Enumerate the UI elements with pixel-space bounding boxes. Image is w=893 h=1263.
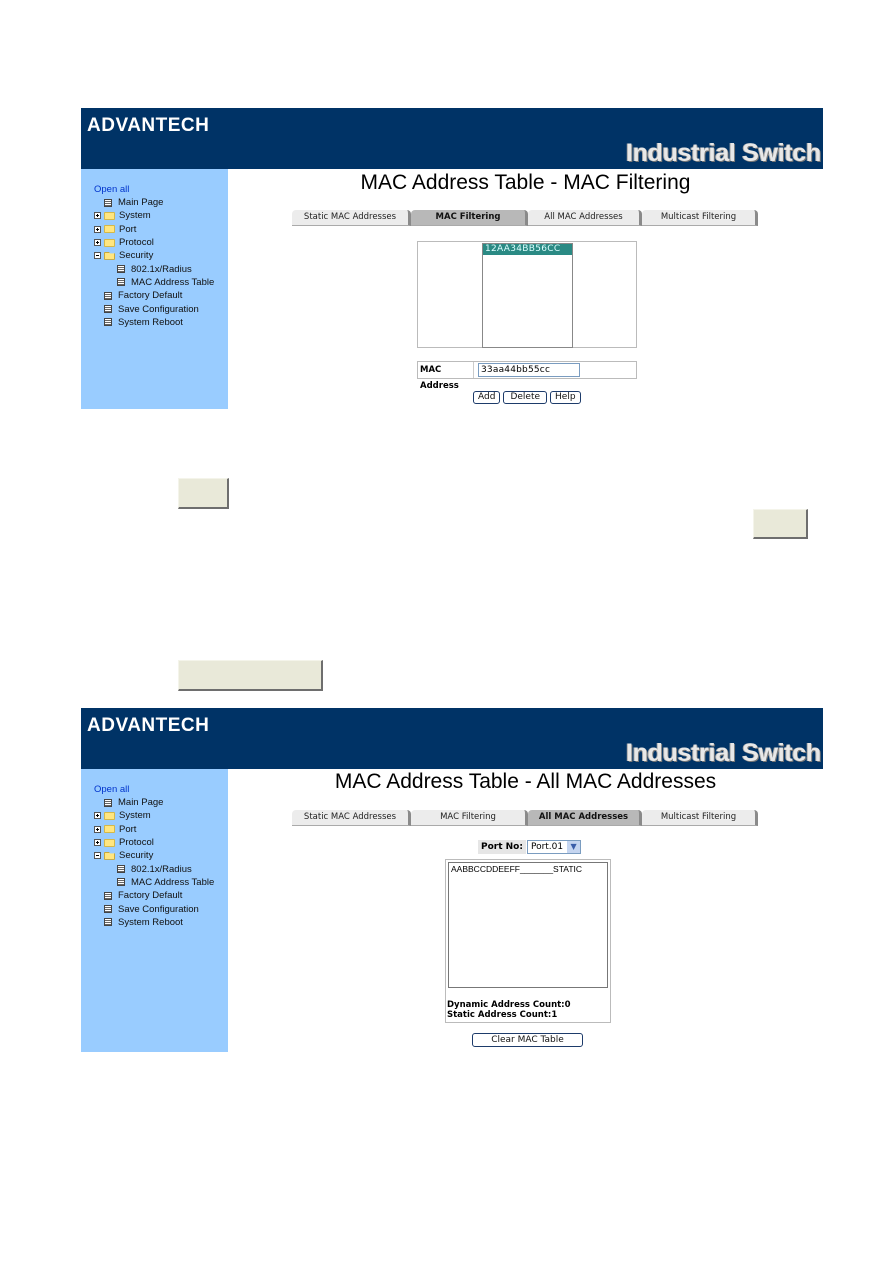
nav-8021x-radius[interactable]: 802.1x/Radius bbox=[94, 262, 214, 275]
nav-factory-default[interactable]: Factory Default bbox=[94, 289, 214, 302]
mac-filter-listbox[interactable]: 12AA34BB56CC bbox=[482, 243, 573, 348]
expand-icon[interactable] bbox=[94, 812, 101, 820]
folder-icon bbox=[104, 825, 115, 834]
nav-port[interactable]: Port bbox=[94, 823, 214, 836]
page-title: MAC Address Table - All MAC Addresses bbox=[334, 770, 717, 793]
nav-system-reboot[interactable]: System Reboot bbox=[94, 316, 214, 329]
page-title: MAC Address Table - MAC Filtering bbox=[360, 171, 691, 194]
nav-main-page[interactable]: Main Page bbox=[94, 196, 214, 209]
page-icon bbox=[117, 278, 125, 287]
mac-address-entry[interactable]: AABBCCDDEEFF_______STATIC bbox=[451, 864, 607, 875]
advantech-logo: ADVANTECH bbox=[87, 715, 210, 736]
product-title: Industrial Switch bbox=[626, 139, 821, 167]
blank-button-image-1[interactable] bbox=[178, 478, 229, 509]
mac-address-row: MAC Address bbox=[417, 361, 637, 391]
header-banner: ADVANTECH Industrial Switch bbox=[81, 708, 823, 769]
nav-protocol[interactable]: Protocol bbox=[94, 236, 214, 249]
chevron-down-icon[interactable]: ▼ bbox=[567, 841, 581, 853]
clear-mac-table-button[interactable]: Clear MAC Table bbox=[472, 1033, 583, 1047]
expand-icon[interactable] bbox=[94, 225, 101, 233]
folder-open-icon bbox=[104, 851, 115, 860]
nav-main-page[interactable]: Main Page bbox=[94, 796, 214, 809]
expand-icon[interactable] bbox=[94, 239, 101, 247]
folder-open-icon bbox=[104, 251, 115, 260]
expand-icon[interactable] bbox=[94, 212, 101, 220]
mac-address-input[interactable] bbox=[478, 363, 580, 377]
nav-system-reboot[interactable]: System Reboot bbox=[94, 916, 214, 929]
static-address-count: Static Address Count:1 bbox=[447, 1010, 558, 1020]
sidebar: Open all Main Page System Port Protocol … bbox=[81, 169, 228, 409]
nav-security[interactable]: Security bbox=[94, 249, 214, 262]
tab-static-mac-addresses[interactable]: Static MAC Addresses bbox=[292, 810, 411, 826]
nav-system[interactable]: System bbox=[94, 209, 214, 222]
page-icon bbox=[104, 798, 112, 807]
nav-port[interactable]: Port bbox=[94, 223, 214, 236]
nav-security[interactable]: Security bbox=[94, 849, 214, 862]
nav-8021x-radius[interactable]: 802.1x/Radius bbox=[94, 862, 214, 875]
port-selector-row: Port No: Port.01 ▼ bbox=[478, 840, 582, 854]
filter-list-panel: 12AA34BB56CC bbox=[417, 241, 637, 348]
nav-mac-address-table[interactable]: MAC Address Table bbox=[94, 876, 214, 889]
folder-icon bbox=[104, 238, 115, 247]
add-button[interactable]: Add bbox=[473, 391, 501, 404]
mac-filter-entry[interactable]: 12AA34BB56CC bbox=[483, 244, 572, 255]
page-icon bbox=[104, 918, 112, 927]
tab-static-mac-addresses[interactable]: Static MAC Addresses bbox=[292, 210, 411, 226]
port-select-value: Port.01 bbox=[530, 842, 564, 852]
nav-tree: Open all Main Page System Port Protocol … bbox=[94, 183, 214, 329]
folder-icon bbox=[104, 811, 115, 820]
mac-filtering-screen: ADVANTECH Industrial Switch Open all Mai… bbox=[81, 108, 823, 409]
folder-icon bbox=[104, 225, 115, 234]
collapse-icon[interactable] bbox=[94, 252, 101, 260]
page-icon bbox=[117, 878, 125, 887]
folder-icon bbox=[104, 838, 115, 847]
page-icon bbox=[117, 865, 125, 874]
all-mac-addresses-screen: ADVANTECH Industrial Switch Open all Mai… bbox=[81, 708, 823, 1052]
nav-system[interactable]: System bbox=[94, 809, 214, 822]
nav-tree: Open all Main Page System Port Protocol … bbox=[94, 783, 214, 929]
expand-icon[interactable] bbox=[94, 825, 101, 833]
blank-button-image-2[interactable] bbox=[753, 509, 808, 539]
advantech-logo: ADVANTECH bbox=[87, 115, 210, 136]
nav-protocol[interactable]: Protocol bbox=[94, 836, 214, 849]
blank-button-image-3[interactable] bbox=[178, 660, 323, 691]
page-icon bbox=[104, 891, 112, 900]
nav-save-configuration[interactable]: Save Configuration bbox=[94, 302, 214, 315]
delete-button[interactable]: Delete bbox=[503, 391, 548, 404]
mac-address-listbox[interactable]: AABBCCDDEEFF_______STATIC bbox=[448, 862, 608, 988]
tab-bar: Static MAC Addresses MAC Filtering All M… bbox=[292, 210, 758, 226]
page-icon bbox=[104, 291, 112, 300]
folder-icon bbox=[104, 211, 115, 220]
page-icon bbox=[104, 905, 112, 914]
tab-bar: Static MAC Addresses MAC Filtering All M… bbox=[292, 810, 758, 826]
page-icon bbox=[104, 198, 112, 207]
port-no-label: Port No: bbox=[478, 840, 526, 854]
address-counts: Dynamic Address Count:0 Static Address C… bbox=[447, 1000, 571, 1020]
expand-icon[interactable] bbox=[94, 839, 101, 847]
tab-mac-filtering[interactable]: MAC Filtering bbox=[411, 810, 528, 826]
page-icon bbox=[117, 265, 125, 274]
tab-multicast-filtering[interactable]: Multicast Filtering bbox=[642, 810, 758, 826]
nav-factory-default[interactable]: Factory Default bbox=[94, 889, 214, 902]
action-buttons: Add Delete Help bbox=[473, 391, 581, 404]
help-button[interactable]: Help bbox=[550, 391, 581, 404]
tab-all-mac-addresses[interactable]: All MAC Addresses bbox=[528, 810, 642, 826]
open-all-link[interactable]: Open all bbox=[94, 783, 214, 796]
port-select[interactable]: Port.01 ▼ bbox=[526, 840, 582, 854]
header-banner: ADVANTECH Industrial Switch bbox=[81, 108, 823, 169]
page-icon bbox=[104, 305, 112, 314]
open-all-link[interactable]: Open all bbox=[94, 183, 214, 196]
tab-mac-filtering[interactable]: MAC Filtering bbox=[411, 210, 528, 226]
mac-address-label: MAC Address bbox=[418, 362, 474, 391]
nav-mac-address-table[interactable]: MAC Address Table bbox=[94, 276, 214, 289]
tab-multicast-filtering[interactable]: Multicast Filtering bbox=[642, 210, 758, 226]
dynamic-address-count: Dynamic Address Count:0 bbox=[447, 1000, 571, 1010]
page-icon bbox=[104, 318, 112, 327]
address-panel: AABBCCDDEEFF_______STATIC Dynamic Addres… bbox=[445, 859, 611, 1023]
tab-all-mac-addresses[interactable]: All MAC Addresses bbox=[528, 210, 642, 226]
collapse-icon[interactable] bbox=[94, 852, 101, 860]
product-title: Industrial Switch bbox=[626, 739, 821, 767]
nav-save-configuration[interactable]: Save Configuration bbox=[94, 902, 214, 915]
sidebar: Open all Main Page System Port Protocol … bbox=[81, 769, 228, 1052]
